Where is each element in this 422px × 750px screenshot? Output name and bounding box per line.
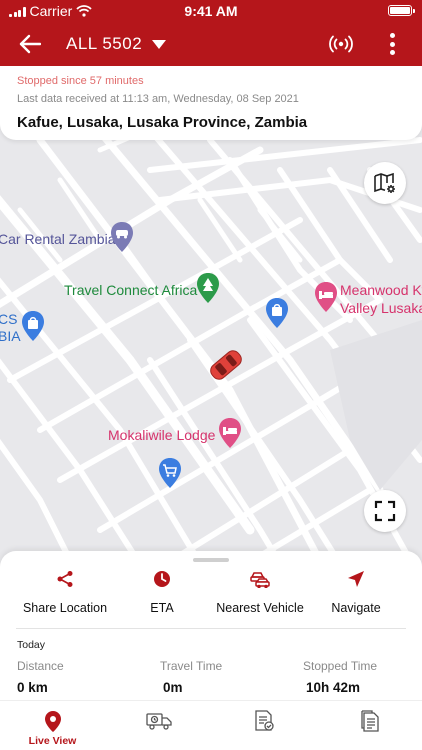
shopping-bag-icon[interactable] [21,311,45,346]
eta-label: ETA [150,601,174,615]
poi-label-meanwood[interactable]: Meanwood Kw [340,282,422,298]
app-bar: ALL 5502 [0,22,422,66]
navigate-icon [348,571,364,587]
shopping-bag-icon[interactable] [265,298,289,333]
car-rental-icon[interactable] [110,222,134,257]
poi-label-cs[interactable]: CS [0,311,17,327]
travel-time-value: 0m [163,680,183,695]
shopping-cart-icon[interactable] [158,458,182,493]
poi-label-car-rental[interactable]: Car Rental Zambia [0,231,116,247]
tab-bar: Live View [0,700,422,750]
vehicle-name: ALL 5502 [66,34,143,53]
distance-value: 0 km [17,680,48,695]
vehicle-info-card: Stopped since 57 minutes Last data recei… [0,66,422,140]
status-bar: Carrier 9:41 AM [0,0,422,22]
poi-label-meanwood-line2[interactable]: Valley Lusaka [340,300,422,316]
battery-icon [388,5,415,16]
map-settings-icon [374,172,395,193]
distance-label: Distance [17,659,64,673]
broadcast-icon [329,35,353,53]
caret-down-icon [152,39,167,49]
document-icon [360,710,379,732]
truck-timer-icon [145,713,172,730]
vehicle-marker[interactable] [203,345,249,390]
location-pin-icon [44,710,61,732]
tab-trips[interactable] [106,701,211,750]
back-button[interactable] [16,30,44,58]
tab-reports[interactable] [211,701,316,750]
fullscreen-button[interactable] [364,490,406,532]
share-icon [57,571,73,587]
more-options-button[interactable] [386,31,398,57]
nearest-vehicle-button[interactable]: Nearest Vehicle [205,569,315,615]
eta-button[interactable]: ETA [122,569,202,615]
stopped-time-label: Stopped Time [303,659,378,673]
cars-icon [250,572,270,588]
action-row: Share Location ETA Nearest Vehicle Navig… [0,569,422,621]
poi-label-mokaliwile[interactable]: Mokaliwile Lodge [108,427,215,443]
vehicle-address: Kafue, Lusaka, Lusaka Province, Zambia [17,114,308,131]
drag-handle[interactable] [193,558,229,562]
report-check-icon [254,710,274,731]
navigate-button[interactable]: Navigate [316,569,396,615]
share-location-button[interactable]: Share Location [10,569,120,615]
divider [16,628,406,629]
stats-title: Today [17,639,46,651]
status-time: 9:41 AM [184,3,238,19]
map-layers-button[interactable] [364,162,406,204]
tab-live-view-label: Live View [28,735,77,747]
navigate-label: Navigate [331,601,381,615]
last-data-text: Last data received at 11:13 am, Wednesda… [17,93,299,105]
vehicle-selector[interactable]: ALL 5502 [66,34,167,54]
tree-icon[interactable] [196,273,220,308]
poi-label-bia[interactable]: BIA [0,328,21,344]
share-location-label: Share Location [22,601,108,615]
stopped-time-value: 10h 42m [306,680,361,695]
clock-icon [154,571,170,587]
bed-icon[interactable] [218,418,242,453]
expand-icon [374,500,396,522]
app-header: Carrier 9:41 AM ALL 5502 [0,0,422,66]
poi-label-travel-connect[interactable]: Travel Connect Africa [64,282,197,298]
tab-live-view[interactable]: Live View [0,701,105,750]
details-sheet: Share Location ETA Nearest Vehicle Navig… [0,551,422,700]
back-arrow-icon [19,34,41,54]
tab-documents[interactable] [317,701,422,750]
bed-icon[interactable] [314,282,338,317]
stopped-status-text: Stopped since 57 minutes [17,75,144,87]
nearest-vehicle-label: Nearest Vehicle [216,601,304,615]
travel-time-label: Travel Time [160,659,223,673]
live-tracking-button[interactable] [328,32,354,56]
